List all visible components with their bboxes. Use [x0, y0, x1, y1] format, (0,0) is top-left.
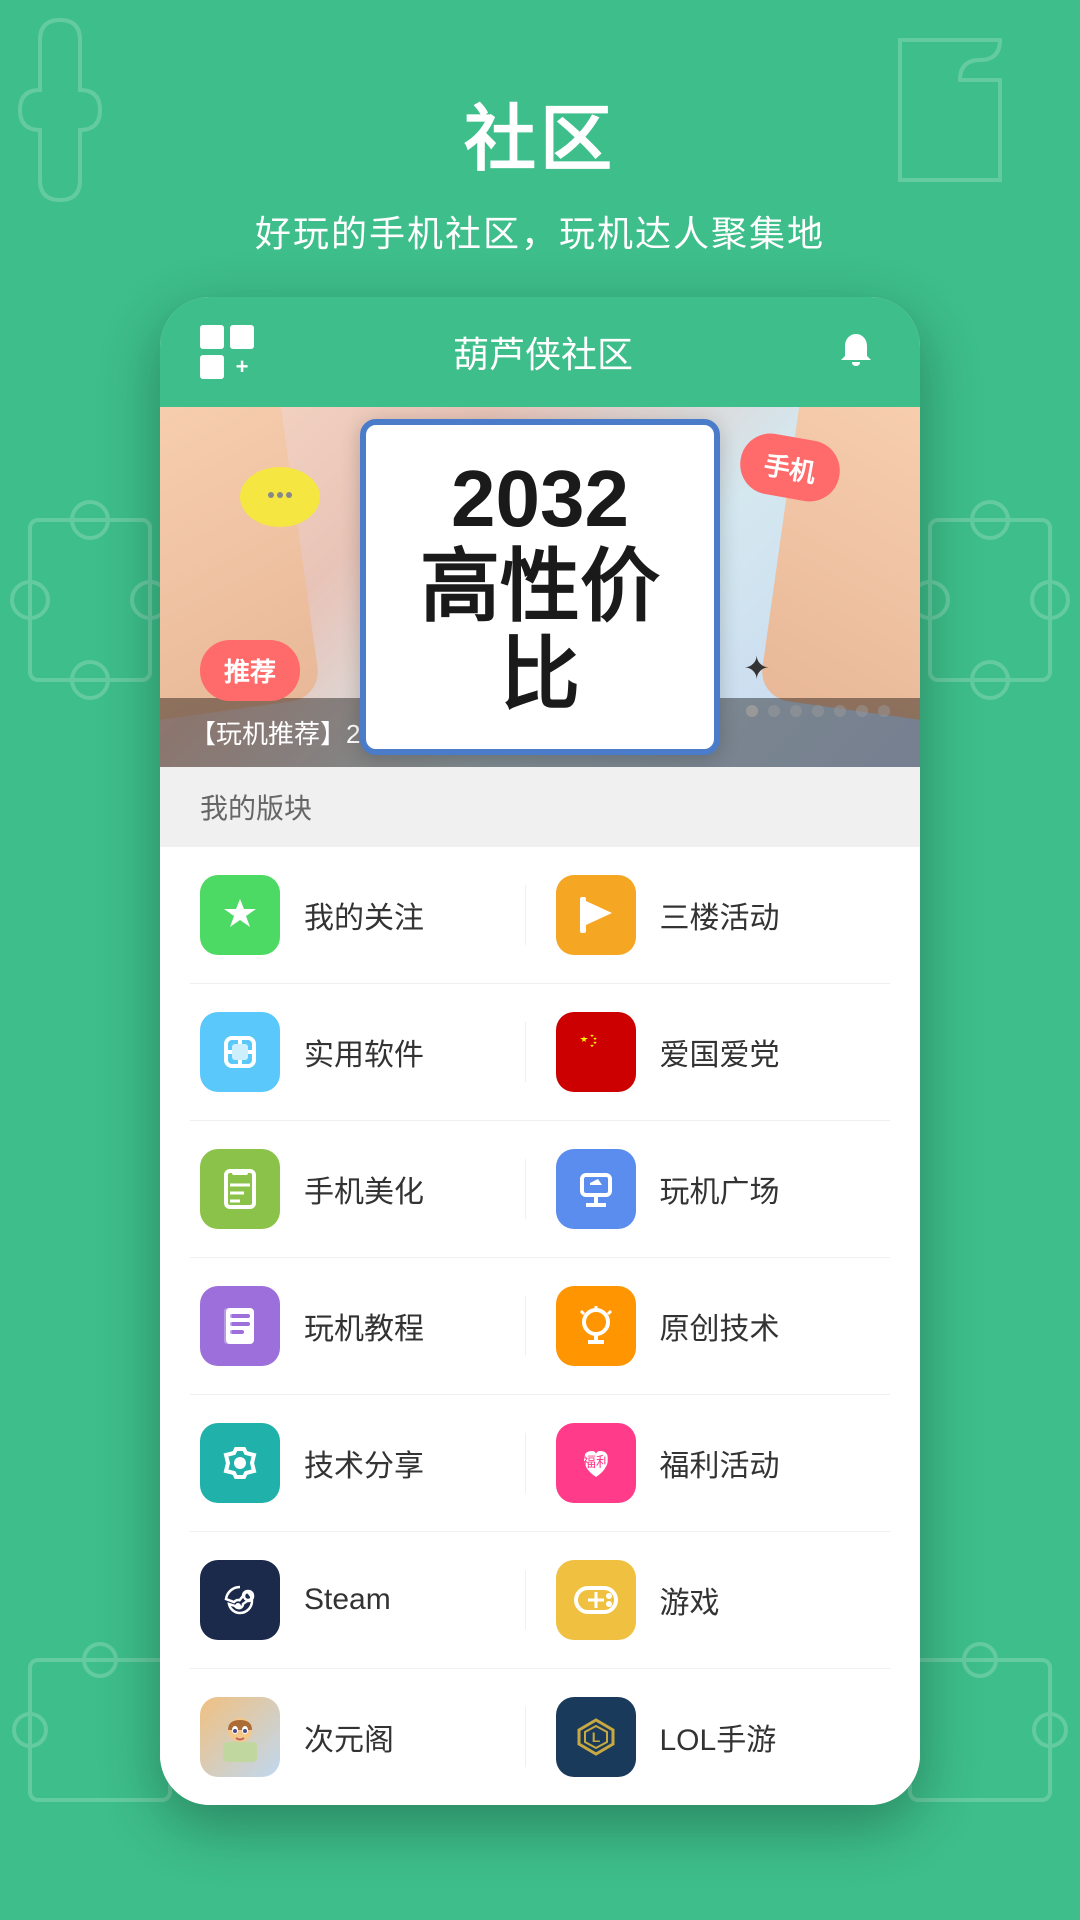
- follow-icon: [200, 875, 280, 955]
- section-item-beauty[interactable]: 手机美化: [200, 1149, 525, 1229]
- activity-icon: [556, 875, 636, 955]
- section-row-6: Steam 游戏: [190, 1532, 890, 1669]
- software-icon: [200, 1012, 280, 1092]
- section-row-1: 我的关注 三楼活动: [190, 847, 890, 984]
- tech-label: 技术分享: [304, 1441, 424, 1485]
- section-row-3: 手机美化 玩机广场: [190, 1121, 890, 1258]
- section-item-patriot[interactable]: 爱国爱党: [526, 1012, 881, 1092]
- my-sections-header: 我的版块: [160, 767, 920, 847]
- game-icon: [556, 1560, 636, 1640]
- section-row-5: 技术分享 福利 福利活动: [190, 1395, 890, 1532]
- section-item-follow[interactable]: 我的关注: [200, 875, 525, 955]
- banner-text-line1: 2032: [406, 455, 674, 543]
- section-item-software[interactable]: 实用软件: [200, 1012, 525, 1092]
- patriot-icon: [556, 1012, 636, 1092]
- game-label: 游戏: [660, 1578, 720, 1622]
- tech-icon: [200, 1423, 280, 1503]
- original-icon: [556, 1286, 636, 1366]
- follow-label: 我的关注: [304, 893, 424, 937]
- grid-sq-2: [230, 325, 254, 349]
- anime-label: 次元阁: [304, 1715, 394, 1759]
- section-row-2: 实用软件 爱国爱党: [190, 984, 890, 1121]
- section-item-tutorial[interactable]: 玩机教程: [200, 1286, 525, 1366]
- banner-main-text: 2032 高性价比: [406, 455, 674, 719]
- grid-sq-plus: [230, 355, 254, 379]
- software-label: 实用软件: [304, 1030, 424, 1074]
- section-item-steam[interactable]: Steam: [200, 1560, 525, 1640]
- banner-phone-screen: 2032 高性价比: [360, 419, 720, 755]
- grid-sq-1: [200, 325, 224, 349]
- section-item-welfare[interactable]: 福利 福利活动: [526, 1423, 881, 1503]
- section-item-tech[interactable]: 技术分享: [200, 1423, 525, 1503]
- sections-list: 我的关注 三楼活动: [160, 847, 920, 1805]
- section-item-game[interactable]: 游戏: [526, 1560, 881, 1640]
- beauty-icon: [200, 1149, 280, 1229]
- page-subtitle: 好玩的手机社区，玩机达人聚集地: [0, 205, 1080, 257]
- phone-mockup: 葫芦侠社区 2032 高性价比: [160, 297, 920, 1805]
- banner-text-line2: 高性价比: [406, 543, 674, 719]
- banner-container[interactable]: 2032 高性价比 ✦ ✦ 手机 推荐: [160, 407, 920, 767]
- section-item-plaza[interactable]: 玩机广场: [526, 1149, 881, 1229]
- bell-button[interactable]: [832, 328, 880, 376]
- app-title: 葫芦侠社区: [453, 326, 633, 378]
- welfare-icon: 福利: [556, 1423, 636, 1503]
- lol-label: LOL手游: [660, 1715, 777, 1759]
- anime-icon: [200, 1697, 280, 1777]
- plaza-label: 玩机广场: [660, 1167, 780, 1211]
- badge-tuijian: 推荐: [200, 640, 300, 701]
- svg-text:L: L: [591, 1729, 600, 1745]
- chat-bubble-icon: [240, 467, 320, 527]
- welfare-label: 福利活动: [660, 1441, 780, 1485]
- section-item-lol[interactable]: L LOL手游: [526, 1697, 881, 1777]
- section-item-original[interactable]: 原创技术: [526, 1286, 881, 1366]
- page-title: 社区: [0, 80, 1080, 185]
- svg-text:福利: 福利: [582, 1454, 610, 1470]
- section-item-anime[interactable]: 次元阁: [200, 1697, 525, 1777]
- beauty-label: 手机美化: [304, 1167, 424, 1211]
- original-label: 原创技术: [660, 1304, 780, 1348]
- app-topbar: 葫芦侠社区: [160, 297, 920, 407]
- patriot-label: 爱国爱党: [660, 1030, 780, 1074]
- section-row-4: 玩机教程 原创技术: [190, 1258, 890, 1395]
- grid-plus-button[interactable]: [200, 325, 254, 379]
- section-item-activity[interactable]: 三楼活动: [526, 875, 881, 955]
- activity-label: 三楼活动: [660, 893, 780, 937]
- sparkle-icon-2: ✦: [743, 649, 770, 687]
- steam-icon: [200, 1560, 280, 1640]
- steam-label: Steam: [304, 1583, 391, 1617]
- plaza-icon: [556, 1149, 636, 1229]
- lol-icon: L: [556, 1697, 636, 1777]
- tutorial-label: 玩机教程: [304, 1304, 424, 1348]
- header-section: 社区 好玩的手机社区，玩机达人聚集地: [0, 0, 1080, 297]
- grid-sq-3: [200, 355, 224, 379]
- section-row-7: 次元阁 L LOL手游: [190, 1669, 890, 1805]
- tutorial-icon: [200, 1286, 280, 1366]
